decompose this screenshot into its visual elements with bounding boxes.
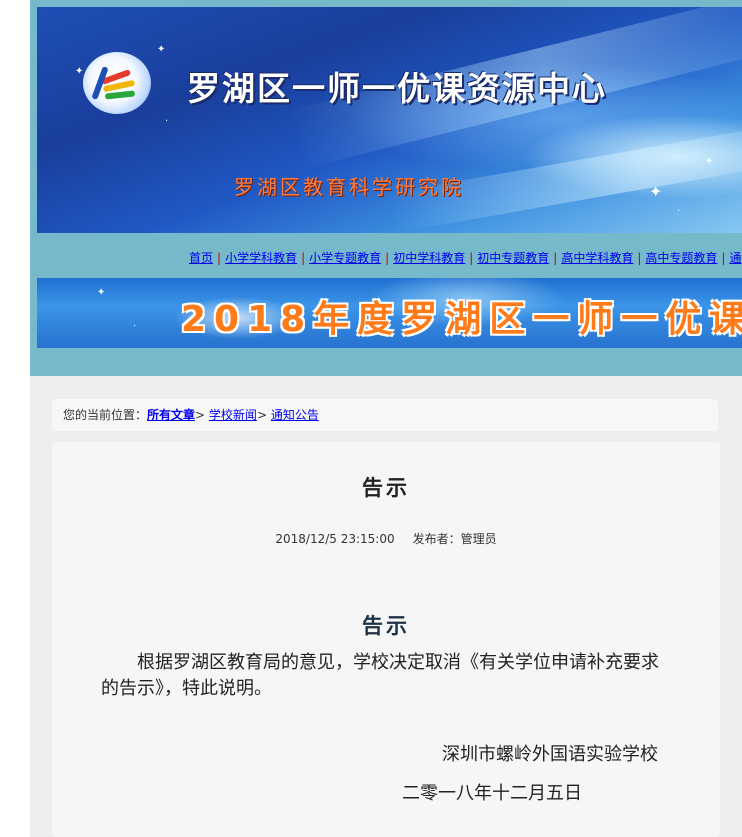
- breadcrumb-notices[interactable]: 通知公告: [271, 408, 319, 422]
- sparkle-icon: ✦: [705, 156, 714, 167]
- nav-separator: |: [469, 251, 474, 265]
- nav-item-primary-topic[interactable]: 小学专题教育: [309, 251, 381, 265]
- breadcrumb: 您的当前位置：所有文章> 学校新闻> 通知公告: [52, 399, 718, 431]
- article-meta: 2018/12/5 23:15:00 发布者：管理员: [52, 530, 720, 547]
- nav-separator: |: [385, 251, 390, 265]
- sparkle-icon: ✦: [75, 66, 84, 77]
- site-subtitle: 罗湖区教育科学研究院: [234, 175, 464, 199]
- sparkle-icon: ✦: [157, 44, 166, 55]
- breadcrumb-prefix: 您的当前位置：: [63, 408, 148, 422]
- article-datetime: 2018/12/5 23:15:00: [275, 532, 395, 546]
- sparkle-icon: ✦: [97, 287, 106, 298]
- article-card: 告示 2018/12/5 23:15:00 发布者：管理员 告示 根据罗湖区教育局…: [52, 442, 720, 837]
- sparkle-icon: ·: [133, 321, 137, 332]
- nav-separator: |: [637, 251, 642, 265]
- signature-organization: 深圳市螺岭外国语实验学校: [442, 744, 658, 765]
- main-nav: 首页 | 小学学科教育 | 小学专题教育 | 初中学科教育 | 初中专题教育 | 高中学科教育 | 高中…: [189, 249, 742, 267]
- nav-item-junior-topic[interactable]: 初中专题教育: [477, 251, 549, 265]
- nav-separator: |: [217, 251, 222, 265]
- sparkle-icon: ·: [677, 206, 681, 217]
- breadcrumb-separator: >: [256, 408, 267, 422]
- nav-item-more[interactable]: 通: [729, 251, 741, 265]
- event-banner[interactable]: ✦ · 2018年度罗湖区一师一优课资: [37, 278, 742, 348]
- nav-item-primary-subject[interactable]: 小学学科教育: [225, 251, 297, 265]
- event-banner-text: 2018年度罗湖区一师一优课资: [181, 299, 742, 340]
- breadcrumb-separator: >: [195, 408, 206, 422]
- sparkle-icon: ✦: [649, 182, 663, 201]
- site-title: 罗湖区一师一优课资源中心: [187, 69, 607, 108]
- article-title: 告示: [362, 476, 410, 500]
- nav-item-home[interactable]: 首页: [189, 251, 213, 265]
- header-band: ✦ ✦ · ✦ ✦ · 罗湖区一师一优课资源中心 罗湖区教育科学研究院 首页 | 小…: [30, 0, 742, 376]
- breadcrumb-school-news[interactable]: 学校新闻: [209, 408, 257, 422]
- article-author: 发布者：管理员: [412, 532, 497, 546]
- nav-item-senior-subject[interactable]: 高中学科教育: [561, 251, 633, 265]
- nav-item-junior-subject[interactable]: 初中学科教育: [393, 251, 465, 265]
- article-body-text: 根据罗湖区教育局的意见，学校决定取消《有关学位申请补充要求的告示》，特此说明。: [101, 652, 659, 699]
- signature-date: 二零一八年十二月五日: [402, 783, 582, 804]
- nav-separator: |: [301, 251, 306, 265]
- breadcrumb-all-articles[interactable]: 所有文章: [147, 408, 195, 422]
- page: ✦ ✦ · ✦ ✦ · 罗湖区一师一优课资源中心 罗湖区教育科学研究院 首页 | 小…: [30, 0, 742, 837]
- header-banner: ✦ ✦ · ✦ ✦ · 罗湖区一师一优课资源中心 罗湖区教育科学研究院: [37, 7, 742, 233]
- nav-separator: |: [721, 251, 726, 265]
- sparkle-icon: ·: [165, 116, 169, 127]
- nav-item-senior-topic[interactable]: 高中专题教育: [645, 251, 717, 265]
- article-body-heading: 告示: [362, 614, 410, 638]
- nav-separator: |: [553, 251, 558, 265]
- site-logo[interactable]: [83, 52, 151, 114]
